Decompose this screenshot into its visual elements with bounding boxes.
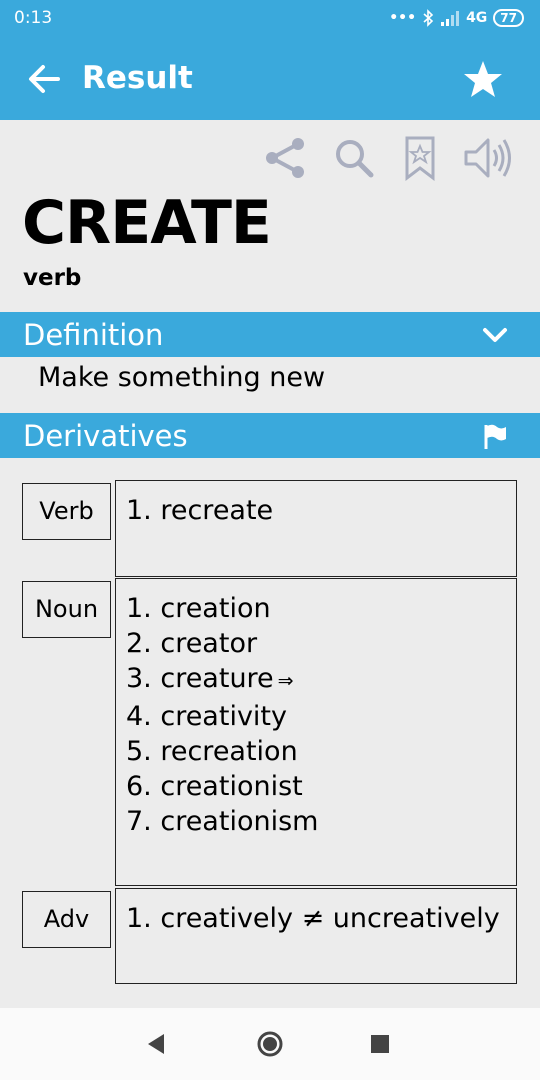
definition-title: Definition: [23, 318, 164, 352]
flag-icon: [484, 424, 506, 449]
bluetooth-icon: [423, 9, 434, 27]
pos-label-noun: Noun: [22, 581, 111, 638]
list-item[interactable]: 6. creationist: [126, 769, 506, 804]
derivative-list-verb: 1. recreate: [115, 480, 517, 577]
home-circle-icon[interactable]: [254, 1028, 286, 1060]
status-bar: 0:13 ••• 4G 77: [0, 0, 540, 38]
headword: CREATE: [22, 188, 272, 258]
star-icon: [464, 61, 502, 97]
definition-header[interactable]: Definition: [0, 312, 540, 357]
pos-label-verb: Verb: [22, 483, 111, 540]
derivative-list-noun: 1. creation 2. creator 3. creature ⇒ 4. c…: [115, 578, 517, 886]
list-item[interactable]: 3. creature ⇒: [126, 661, 506, 699]
signal-icon: [441, 11, 460, 26]
share-button[interactable]: [260, 132, 312, 184]
recents-square-icon[interactable]: [364, 1028, 396, 1060]
speak-button[interactable]: [462, 132, 514, 184]
derivatives-title: Derivatives: [23, 419, 188, 453]
status-time: 0:13: [14, 8, 53, 28]
dots-icon: •••: [389, 10, 417, 26]
back-button[interactable]: [24, 58, 66, 100]
list-item[interactable]: 1. creatively ≠ uncreatively: [126, 901, 506, 936]
derivatives-header[interactable]: Derivatives: [0, 413, 540, 458]
search-button[interactable]: [328, 132, 380, 184]
page-title: Result: [82, 60, 193, 96]
status-icons: ••• 4G 77: [389, 8, 524, 28]
network-type: 4G: [466, 10, 488, 26]
system-nav-bar: [0, 1008, 540, 1080]
definition-text: Make something new: [38, 362, 326, 393]
favorite-button[interactable]: [462, 58, 504, 100]
list-item[interactable]: 5. recreation: [126, 734, 506, 769]
speaker-icon: [464, 138, 511, 178]
chevron-down-icon: [483, 328, 507, 342]
list-item[interactable]: 7. creationism: [126, 804, 506, 839]
share-icon: [266, 138, 304, 178]
list-item[interactable]: 1. recreate: [126, 493, 506, 528]
list-item[interactable]: 4. creativity: [126, 699, 506, 734]
part-of-speech: verb: [23, 265, 82, 291]
pos-label-adv: Adv: [22, 891, 111, 948]
list-item[interactable]: 2. creator: [126, 626, 506, 661]
derivative-list-adv: 1. creatively ≠ uncreatively: [115, 888, 517, 984]
bookmark-button[interactable]: [396, 132, 448, 184]
battery-icon: 77: [493, 9, 524, 27]
bookmark-icon: [405, 136, 435, 182]
list-item[interactable]: 1. creation: [126, 591, 506, 626]
list-item-text: 3. creature: [126, 663, 274, 694]
arrow-left-icon: [29, 65, 60, 93]
app-bar: Result: [0, 38, 540, 120]
back-triangle-icon[interactable]: [140, 1028, 172, 1060]
search-icon: [336, 140, 374, 178]
right-double-arrow-icon[interactable]: ⇒: [278, 670, 294, 692]
